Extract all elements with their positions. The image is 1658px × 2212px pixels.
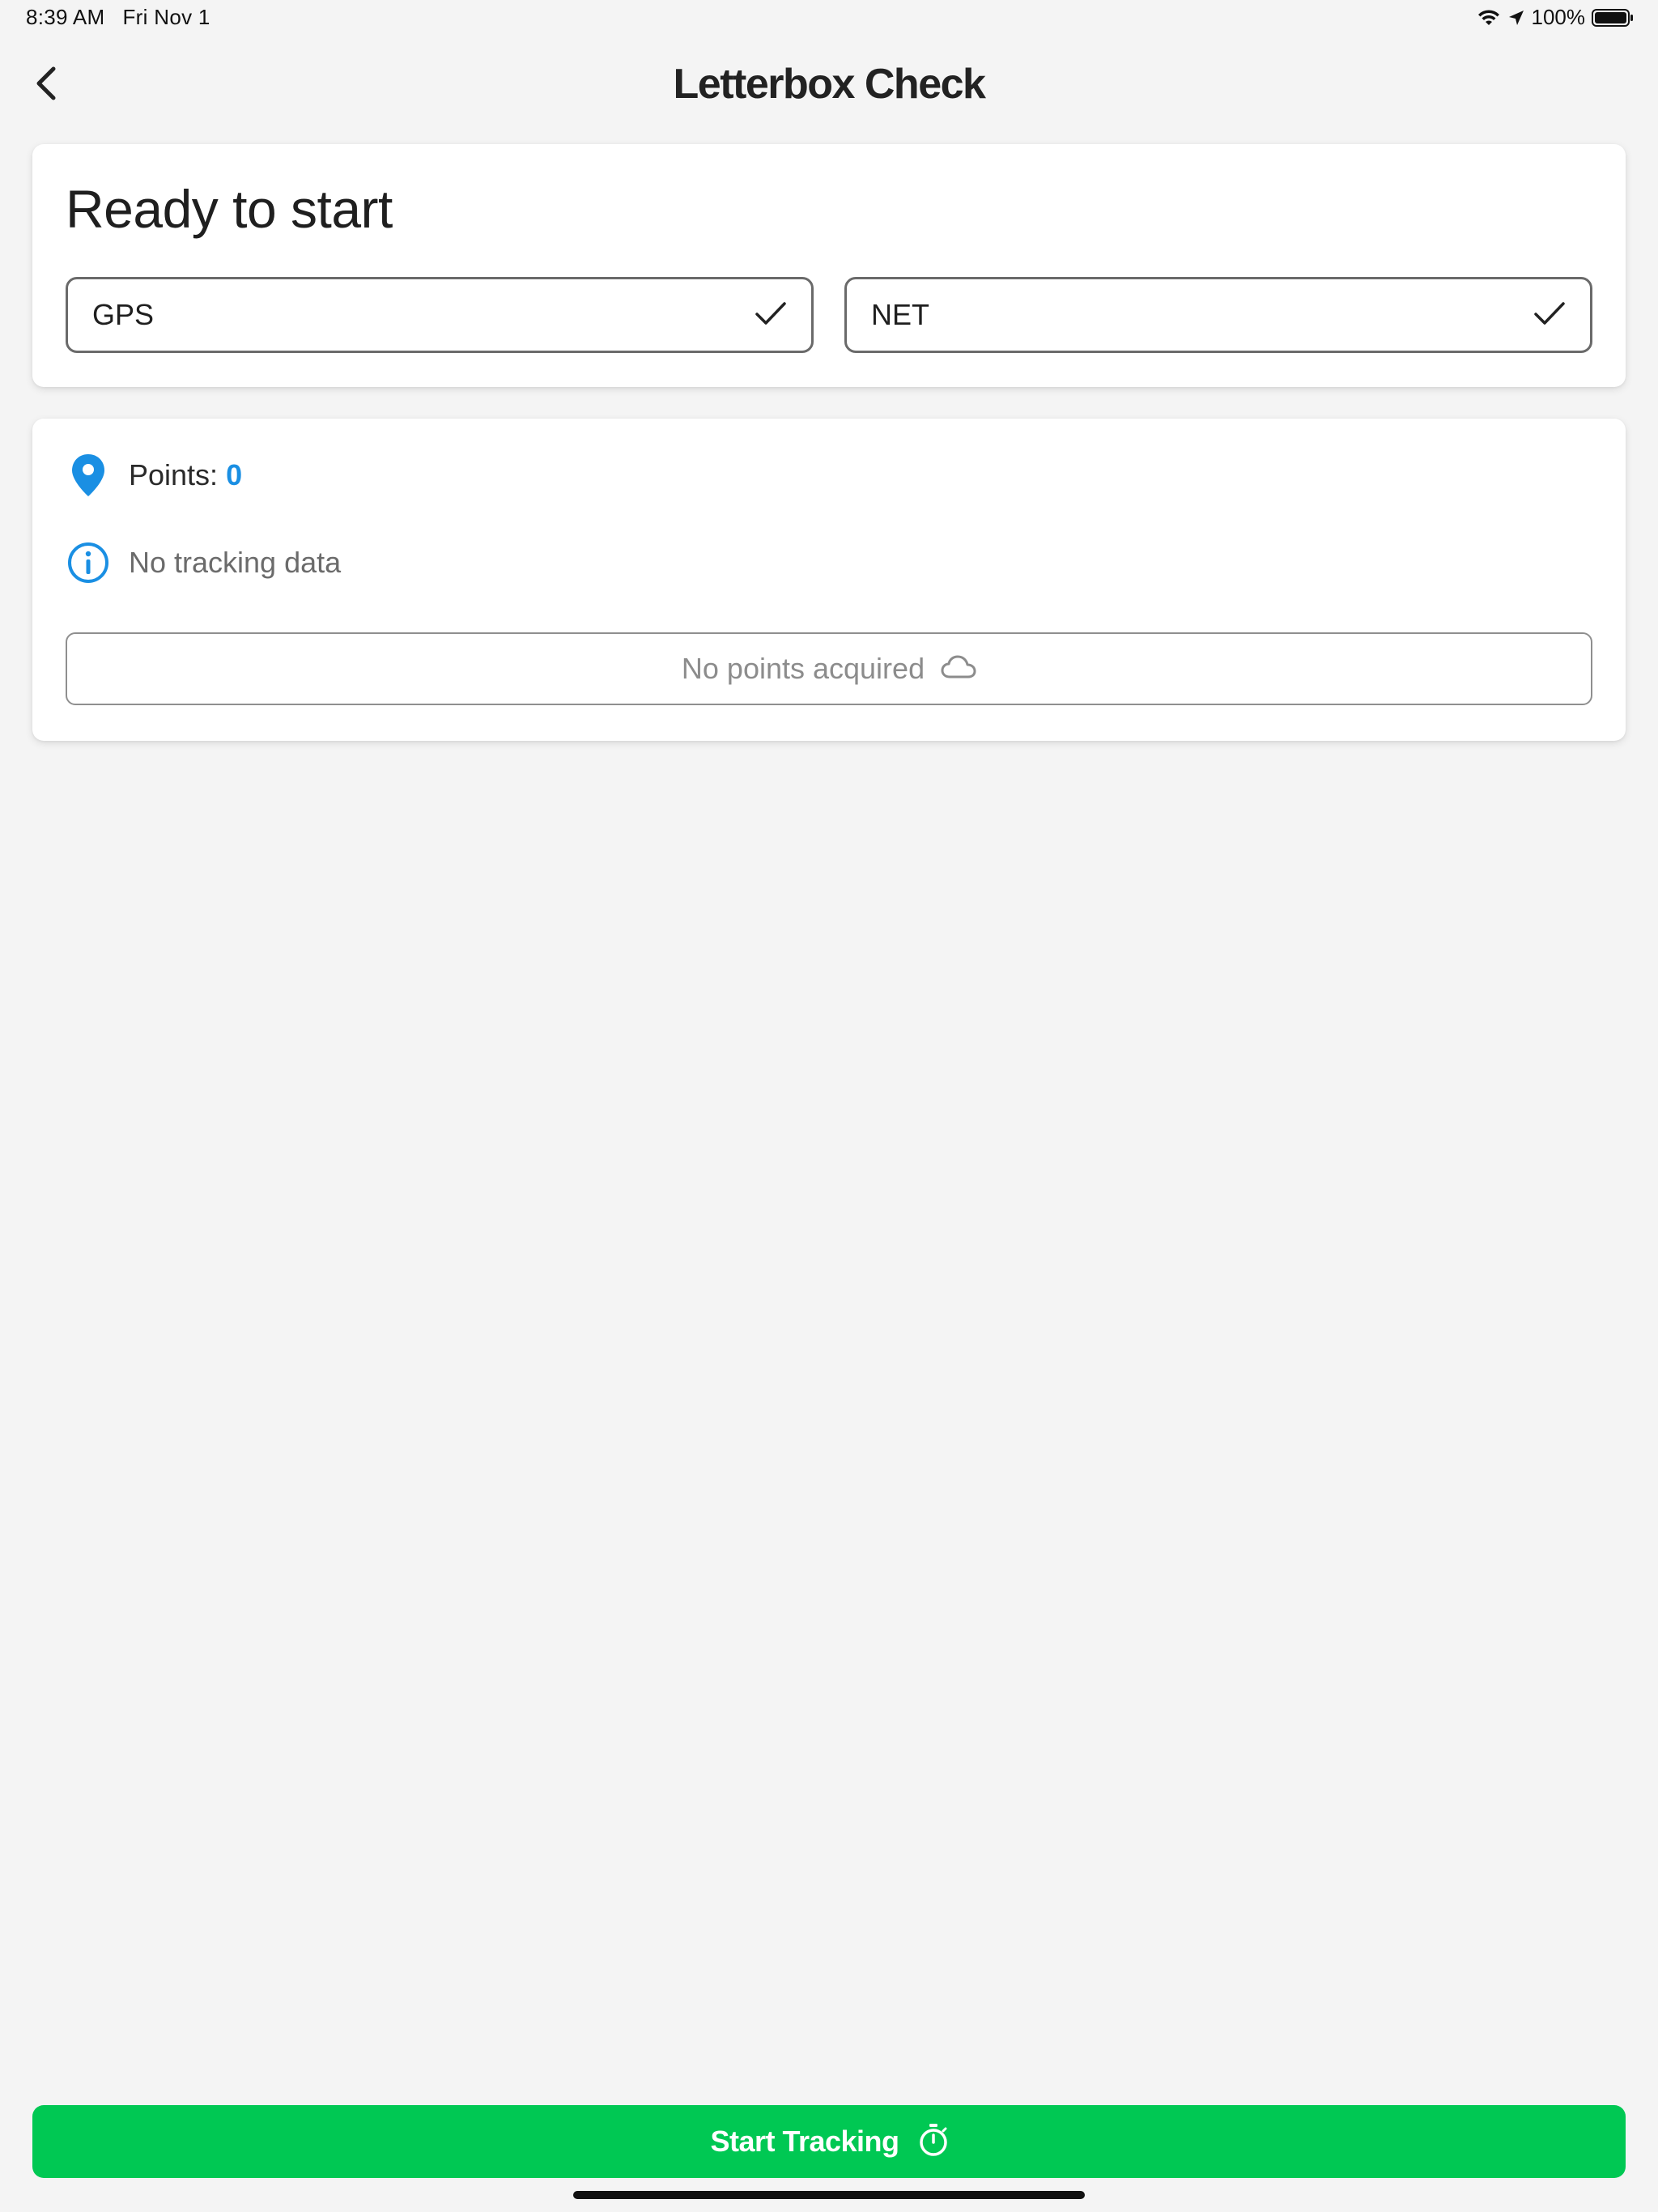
battery-icon: [1592, 8, 1634, 28]
net-toggle-label: NET: [871, 298, 929, 331]
info-circle-icon: [66, 540, 111, 585]
page-title: Letterbox Check: [673, 61, 986, 108]
status-bar-right: 100%: [1477, 5, 1635, 30]
points-label: Points:: [129, 458, 219, 491]
battery-percent: 100%: [1531, 5, 1586, 29]
checkmark-icon: [755, 300, 787, 330]
gps-toggle[interactable]: GPS: [66, 277, 814, 353]
no-data-row: No tracking data: [66, 540, 341, 585]
points-acquired-box[interactable]: No points acquired: [66, 632, 1592, 705]
no-data-text: No tracking data: [129, 546, 342, 579]
status-bar: 8:39 AM Fri Nov 1 100%: [0, 0, 1658, 37]
map-pin-icon: [66, 453, 111, 498]
location-arrow-icon: [1507, 9, 1525, 27]
status-date: Fri Nov 1: [122, 5, 210, 29]
points-value: 0: [226, 458, 243, 491]
cloud-icon: [941, 654, 976, 684]
checkmark-icon: [1533, 300, 1566, 330]
header: Letterbox Check: [0, 49, 1658, 121]
net-toggle[interactable]: NET: [844, 277, 1592, 353]
status-time: 8:39 AM: [26, 5, 105, 29]
acquired-text: No points acquired: [681, 652, 925, 685]
status-heading: Ready to start: [66, 179, 393, 239]
status-bar-left: 8:39 AM Fri Nov 1: [26, 5, 210, 30]
gps-toggle-label: GPS: [92, 298, 155, 331]
tracking-card: Points: 0 No tracking data No points acq…: [32, 419, 1626, 741]
stopwatch-icon: [919, 2123, 948, 2161]
wifi-icon: [1477, 8, 1501, 28]
start-tracking-button[interactable]: Start Tracking: [32, 2105, 1626, 2178]
status-card: Ready to start GPS NET: [32, 144, 1626, 387]
start-tracking-label: Start Tracking: [710, 2125, 899, 2158]
home-indicator[interactable]: [573, 2191, 1085, 2199]
points-row: Points: 0: [66, 453, 242, 498]
